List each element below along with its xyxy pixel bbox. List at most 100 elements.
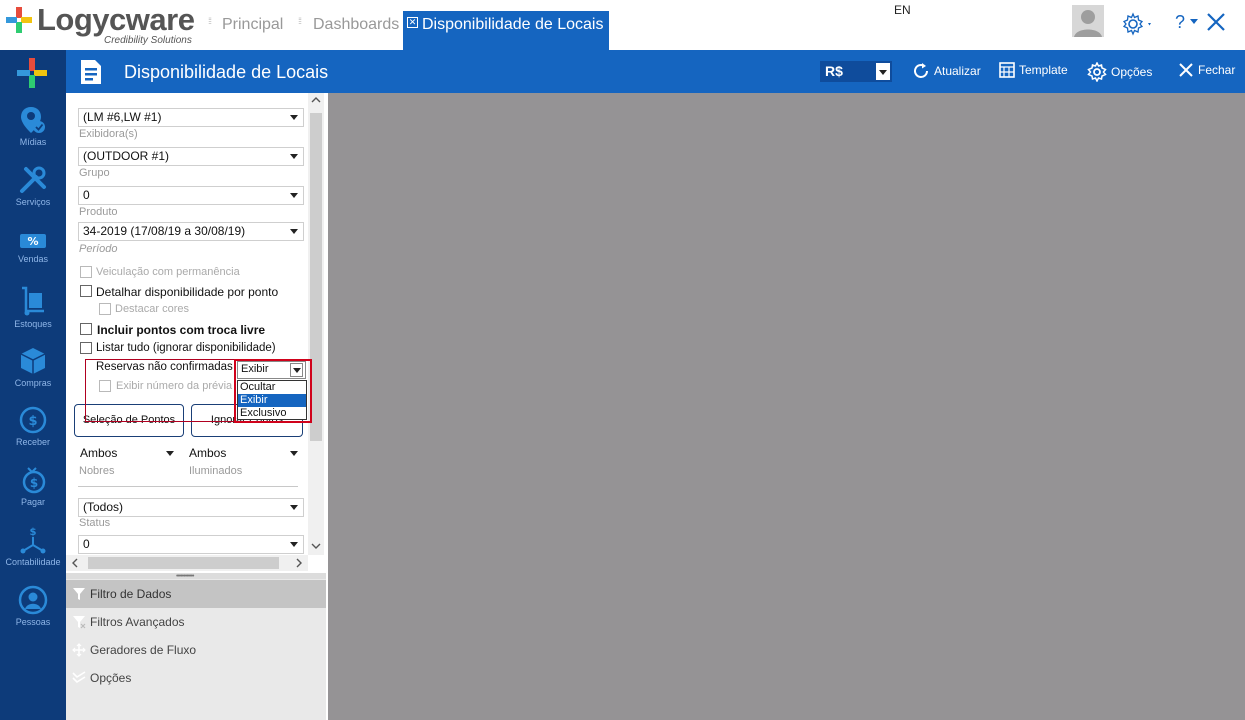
tab-label: Dashboards xyxy=(313,16,400,33)
box-icon xyxy=(20,348,46,374)
close-page-button[interactable]: Fechar xyxy=(1178,62,1235,78)
incluir-checkbox[interactable] xyxy=(80,323,92,335)
nav-item-pagar[interactable]: $ Pagar xyxy=(0,465,66,507)
report-icon xyxy=(81,60,101,84)
exibidora-select[interactable]: (LM #6,LW #1) xyxy=(78,108,304,127)
status-label: Status xyxy=(79,517,111,529)
currency-select[interactable]: R$ xyxy=(820,61,892,82)
listar-checkbox[interactable] xyxy=(80,342,92,354)
periodo-select[interactable]: 34-2019 (17/08/19 a 30/08/19) xyxy=(78,222,304,241)
select-value: Ambos xyxy=(80,446,118,460)
help-menu[interactable]: ? xyxy=(1175,12,1199,33)
logo-text: Logycware xyxy=(37,2,195,37)
nav-item-pessoas[interactable]: Pessoas xyxy=(0,585,66,627)
chevron-down-icon[interactable] xyxy=(876,63,890,80)
refresh-icon xyxy=(914,63,928,78)
chevron-down-icon[interactable] xyxy=(288,538,301,551)
iluminados-select[interactable]: Ambos xyxy=(185,445,303,464)
language-selector[interactable]: EN xyxy=(894,3,911,17)
veiculacao-checkbox[interactable] xyxy=(80,266,92,278)
template-button[interactable]: Template xyxy=(999,62,1068,78)
tab-dashboards[interactable]: Dashboards xyxy=(313,12,399,38)
select-value: 0 xyxy=(83,537,90,551)
coin-icon: $ xyxy=(19,406,47,434)
currency-value: R$ xyxy=(825,63,843,79)
chevron-up-icon[interactable] xyxy=(308,93,324,107)
tab-disponibilidade-de-locais[interactable]: ✕ Disponibilidade de Locais xyxy=(403,11,610,50)
vertical-scrollbar[interactable] xyxy=(308,93,324,555)
accordion-opcoes[interactable]: Opções xyxy=(66,664,328,692)
chevron-down-icon[interactable] xyxy=(288,189,301,202)
nav-item-receber[interactable]: $ Receber xyxy=(0,405,66,447)
percent-tag-icon: % xyxy=(20,234,46,248)
logo-subtitle: Credibility Solutions xyxy=(104,35,192,46)
app-close-button[interactable] xyxy=(1206,12,1226,35)
left-nav: Mídias Serviços % Vendas Estoques Compra… xyxy=(0,50,66,720)
options-button[interactable]: Opções xyxy=(1087,62,1152,82)
button-label: Opções xyxy=(1111,65,1153,79)
extra-select[interactable]: 0 xyxy=(78,535,304,554)
nav-label: Serviços xyxy=(15,197,51,207)
nobres-label: Nobres xyxy=(79,465,115,477)
nav-label: Receber xyxy=(15,437,51,447)
button-label: Atualizar xyxy=(934,64,981,78)
scrollbar-thumb[interactable] xyxy=(88,557,279,569)
destacar-label: Destacar cores xyxy=(115,303,189,315)
tools-icon xyxy=(20,166,46,193)
accordion-label: Opções xyxy=(90,671,132,685)
grip-icon: •••••••••••• xyxy=(176,573,194,580)
advanced-filter-icon xyxy=(73,616,86,629)
nav-logo-icon[interactable] xyxy=(17,58,47,88)
nav-item-estoques[interactable]: Estoques xyxy=(0,285,66,329)
nav-label: Vendas xyxy=(17,254,49,264)
veiculacao-label: Veiculação com permanência xyxy=(96,266,240,278)
nav-item-vendas[interactable]: % Vendas xyxy=(0,230,66,264)
select-value: Ambos xyxy=(189,446,227,460)
chevron-down-icon[interactable] xyxy=(288,447,301,460)
section-divider xyxy=(78,486,298,487)
chevron-down-icon[interactable] xyxy=(288,225,301,238)
hand-truck-icon xyxy=(22,286,44,316)
accordion-filtro-de-dados[interactable]: Filtro de Dados xyxy=(66,580,328,608)
select-value: (Todos) xyxy=(83,500,124,514)
produto-select[interactable]: 0 xyxy=(78,186,304,205)
select-value: (OUTDOOR #1) xyxy=(83,149,170,163)
nav-label: Pagar xyxy=(20,497,46,507)
nav-item-midias[interactable]: Mídias xyxy=(0,105,66,147)
chevron-left-icon[interactable] xyxy=(68,556,82,570)
grupo-select[interactable]: (OUTDOOR #1) xyxy=(78,147,304,166)
settings-menu[interactable] xyxy=(1121,11,1155,40)
tab-principal[interactable]: Principal xyxy=(222,12,283,38)
nav-item-servicos[interactable]: Serviços xyxy=(0,165,66,207)
horizontal-scrollbar[interactable] xyxy=(66,555,308,571)
double-check-icon xyxy=(72,671,86,684)
chevron-down-icon[interactable] xyxy=(308,539,324,553)
nobres-select[interactable]: Ambos xyxy=(76,445,179,464)
nav-label: Contabilidade xyxy=(5,557,61,567)
nav-label: Pessoas xyxy=(15,617,51,627)
logo-mark-icon xyxy=(6,7,32,33)
panel-splitter[interactable]: •••••••••••• xyxy=(66,573,328,580)
refresh-button[interactable]: Atualizar xyxy=(912,62,981,80)
nav-item-compras[interactable]: Compras xyxy=(0,346,66,388)
chevron-right-icon[interactable] xyxy=(292,556,306,570)
button-label: Fechar xyxy=(1198,63,1236,77)
tab-grip-icon: ⁞⁞ xyxy=(208,16,212,26)
svg-text:$: $ xyxy=(30,527,37,538)
accordion-geradores-de-fluxo[interactable]: Geradores de Fluxo xyxy=(66,636,328,664)
chevron-down-icon[interactable] xyxy=(288,111,301,124)
user-avatar[interactable] xyxy=(1072,5,1104,37)
app-logo: Logycware Credibility Solutions xyxy=(4,2,200,47)
chevron-down-icon[interactable] xyxy=(164,447,177,460)
accordion-filtros-avancados[interactable]: Filtros Avançados xyxy=(66,608,328,636)
accordion-label: Filtros Avançados xyxy=(90,615,185,629)
chevron-down-icon[interactable] xyxy=(288,150,301,163)
chevron-down-icon xyxy=(1190,19,1199,24)
status-select[interactable]: (Todos) xyxy=(78,498,304,517)
detalhar-checkbox[interactable] xyxy=(80,285,92,297)
tab-close-icon[interactable]: ✕ xyxy=(407,17,418,28)
chevron-down-icon[interactable] xyxy=(288,501,301,514)
nav-item-contabilidade[interactable]: $ Contabilidade xyxy=(0,525,66,567)
destacar-checkbox[interactable] xyxy=(99,303,111,315)
svg-text:%: % xyxy=(27,235,38,248)
